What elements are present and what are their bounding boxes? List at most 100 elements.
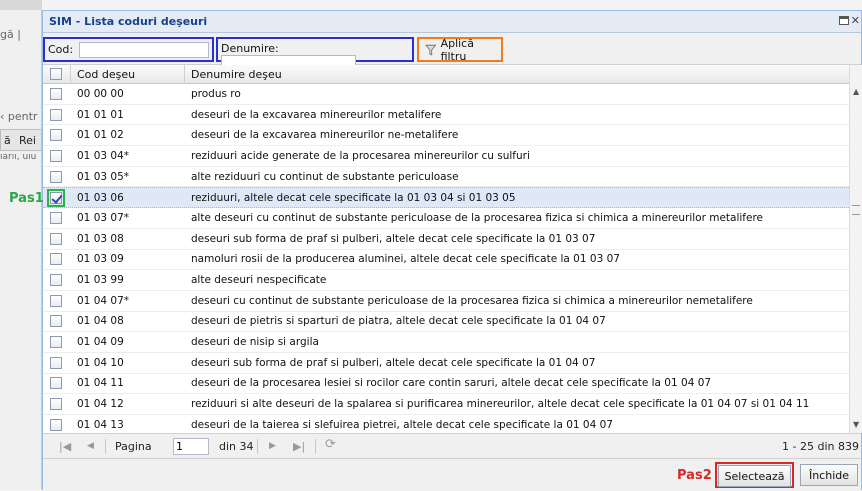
row-checkbox[interactable]: [50, 274, 62, 287]
close-button[interactable]: Închide: [800, 464, 858, 486]
last-page-icon[interactable]: ▶|: [293, 440, 305, 453]
table-row[interactable]: Pas1 01 03 06 reziduuri, altele decat cele…: [9, 187, 849, 209]
background-toolbar: ă Rei: [0, 129, 42, 151]
waste-description-cell: deseuri de nisip si argila: [191, 336, 319, 349]
maximize-icon[interactable]: [839, 16, 849, 25]
waste-code-cell: 01 04 13: [77, 418, 124, 431]
table-row[interactable]: 01 04 12 reziduuri si alte deseuri de la …: [43, 394, 849, 415]
background-button[interactable]: Rei: [19, 134, 36, 147]
waste-description-cell: reziduuri, altele decat cele specificate…: [191, 191, 516, 204]
waste-code-cell: 01 04 11: [77, 377, 124, 390]
waste-code-cell: 01 04 12: [77, 398, 124, 411]
waste-description-cell: deseuri de la taierea si slefuirea pietr…: [191, 418, 613, 431]
select-all-checkbox[interactable]: [50, 68, 62, 80]
apply-filter-highlight: Aplică filtru: [417, 36, 503, 63]
apply-filter-label: Aplică filtru: [440, 36, 474, 63]
grid-body: 00 00 00 produs ro 01 01 01 deseuri de la e…: [9, 84, 849, 436]
background-text: ‹ pentr: [0, 110, 38, 123]
row-select-cell: [43, 208, 71, 228]
waste-description-cell: alte deseuri cu continut de substante pe…: [191, 211, 764, 224]
first-page-icon[interactable]: |◀: [59, 440, 71, 453]
page-number-input[interactable]: [173, 438, 209, 455]
table-row[interactable]: 01 01 02 deseuri de la excavarea minereur…: [43, 125, 849, 147]
header-code[interactable]: Cod deşeu: [71, 65, 185, 84]
filter-funnel-icon: [425, 44, 437, 55]
apply-filter-button[interactable]: Aplică filtru: [419, 36, 501, 63]
row-checkbox[interactable]: [50, 377, 62, 390]
table-row[interactable]: 01 04 08 deseuri de pietris si sparturi d…: [43, 312, 849, 333]
paging-toolbar: |◀ ◀ Pagina din 34 ▶ ▶| ⟳ 1 - 25 din 839: [43, 433, 861, 459]
pager-separator: [105, 439, 106, 454]
table-row[interactable]: 01 03 08 deseuri sub forma de praf si pul…: [43, 229, 849, 250]
dialog-footer: Pas2 Selectează Închide: [43, 459, 861, 491]
table-row[interactable]: 01 03 07* alte deseuri cu continut de sub…: [43, 208, 849, 229]
row-checkbox[interactable]: [50, 356, 62, 369]
waste-code-cell: 01 03 05*: [77, 170, 130, 183]
table-row[interactable]: 00 00 00 produs ro: [43, 84, 849, 105]
code-filter-input[interactable]: [78, 42, 209, 58]
code-filter-group: Cod:: [43, 37, 214, 62]
scroll-up-icon[interactable]: ▲: [853, 87, 859, 96]
waste-code-cell: 01 03 06: [77, 191, 124, 204]
row-checkbox[interactable]: [50, 398, 62, 411]
waste-description-cell: deseuri de pietris si sparturi de piatra…: [191, 315, 606, 328]
header-description[interactable]: Denumire deşeu: [185, 65, 849, 84]
waste-description-cell: deseuri sub forma de praf si pulberi, al…: [191, 232, 596, 245]
row-checkbox[interactable]: [50, 87, 62, 100]
row-checkbox[interactable]: [50, 191, 62, 204]
waste-codes-grid: Cod deşeu Denumire deşeu 00 00 00 produs …: [9, 65, 849, 436]
row-checkbox[interactable]: [50, 129, 62, 142]
table-row[interactable]: 01 04 11 deseuri de la procesarea lesiei …: [43, 374, 849, 395]
filter-toolbar: Cod: Denumire: Aplică filtru: [43, 33, 861, 71]
refresh-icon[interactable]: ⟳: [325, 437, 336, 452]
row-checkbox[interactable]: [50, 418, 62, 431]
next-page-icon[interactable]: ▶: [269, 441, 276, 451]
select-button-highlight: Selectează: [715, 462, 794, 488]
table-row[interactable]: 01 03 99 alte deseuri nespecificate: [43, 270, 849, 291]
background-topbar: [0, 0, 42, 10]
row-select-cell: [43, 394, 71, 414]
paging-info: 1 - 25 din 839: [782, 440, 859, 453]
row-checkbox[interactable]: [50, 253, 62, 266]
row-checkbox[interactable]: [50, 211, 62, 224]
background-button[interactable]: ă: [4, 134, 11, 147]
waste-description-cell: alte deseuri nespecificate: [191, 274, 327, 287]
table-row[interactable]: 01 03 09 namoluri rosii de la producerea …: [43, 250, 849, 271]
row-select-cell: [43, 415, 71, 435]
row-checkbox[interactable]: [50, 315, 62, 328]
grid-header: Cod deşeu Denumire deşeu: [43, 65, 849, 84]
grid-scrollbar[interactable]: ▲ ▼: [849, 65, 862, 433]
row-checkbox[interactable]: [50, 108, 62, 121]
waste-description-cell: reziduuri si alte deseuri de la spalarea…: [191, 398, 810, 411]
prev-page-icon[interactable]: ◀: [87, 441, 94, 451]
row-select-cell: [43, 146, 71, 166]
waste-code-cell: 01 03 04*: [77, 149, 130, 162]
dialog-titlebar: SIM - Lista coduri deşeuri ✕: [43, 11, 861, 33]
waste-code-cell: 01 03 09: [77, 253, 124, 266]
table-row[interactable]: 01 03 05* alte reziduuri cu continut de s…: [43, 167, 849, 188]
scroll-grip-icon[interactable]: [852, 205, 860, 215]
row-checkbox[interactable]: [50, 232, 62, 245]
row-checkbox[interactable]: [50, 294, 62, 307]
row-select-cell: [43, 291, 71, 311]
close-icon[interactable]: ✕: [851, 14, 860, 27]
step1-highlight: [47, 188, 65, 207]
row-checkbox[interactable]: [50, 170, 62, 183]
waste-code-cell: 01 04 07*: [77, 294, 130, 307]
table-row[interactable]: 01 01 01 deseuri de la excavarea minereur…: [43, 105, 849, 126]
table-row[interactable]: 01 03 04* reziduuri acide generate de la …: [43, 146, 849, 167]
select-button[interactable]: Selectează: [718, 465, 791, 487]
step2-annotation: Pas2: [677, 468, 712, 483]
row-checkbox[interactable]: [50, 149, 62, 162]
waste-description-cell: namoluri rosii de la producerea aluminei…: [191, 253, 620, 266]
scroll-down-icon[interactable]: ▼: [853, 420, 859, 429]
waste-code-cell: 01 04 09: [77, 336, 124, 349]
table-row[interactable]: 01 04 09 deseuri de nisip si argila: [43, 332, 849, 353]
row-select-cell: [43, 332, 71, 352]
row-select-cell: [43, 84, 71, 104]
row-select-cell: [43, 374, 71, 394]
pager-separator: [257, 439, 258, 454]
table-row[interactable]: 01 04 10 deseuri sub forma de praf si pul…: [43, 353, 849, 374]
row-checkbox[interactable]: [50, 336, 62, 349]
table-row[interactable]: 01 04 07* deseuri cu continut de substant…: [43, 291, 849, 312]
